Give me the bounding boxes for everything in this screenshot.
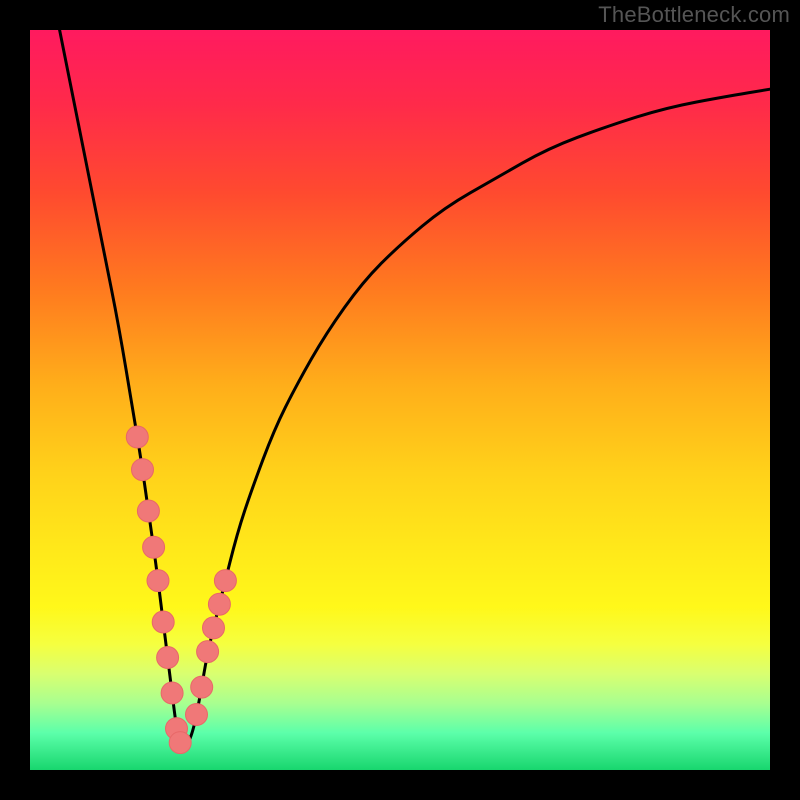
curve-marker (214, 570, 236, 592)
frame-right (770, 0, 800, 800)
curve-marker (137, 500, 159, 522)
chart-container: TheBottleneck.com (0, 0, 800, 800)
frame-bottom (0, 770, 800, 800)
frame-left (0, 0, 30, 800)
curve-marker (169, 732, 191, 754)
plot-background (30, 30, 770, 770)
bottleneck-chart (0, 0, 800, 800)
curve-marker (208, 593, 230, 615)
curve-marker (126, 426, 148, 448)
curve-marker (147, 570, 169, 592)
curve-marker (186, 704, 208, 726)
watermark-text: TheBottleneck.com (598, 2, 790, 28)
curve-marker (197, 641, 219, 663)
curve-marker (191, 676, 213, 698)
curve-marker (157, 647, 179, 669)
curve-marker (203, 617, 225, 639)
curve-marker (143, 536, 165, 558)
curve-marker (152, 611, 174, 633)
curve-marker (132, 459, 154, 481)
curve-marker (161, 682, 183, 704)
